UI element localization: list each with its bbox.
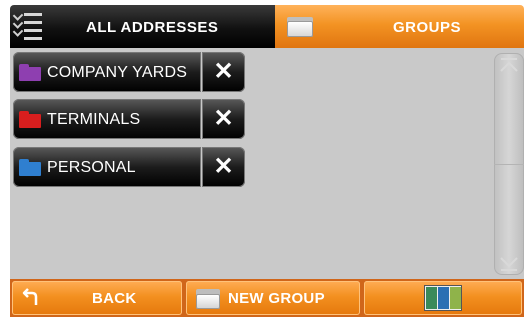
delete-group-button[interactable]: ✕ [202,52,245,92]
list-item: PERSONAL ✕ [13,147,245,187]
folder-icon [196,289,220,309]
tab-groups[interactable]: GROUPS [275,5,524,48]
folder-icon [19,159,41,176]
list-item: TERMINALS ✕ [13,99,245,139]
delete-group-button[interactable]: ✕ [202,99,245,139]
tab-all-addresses-label: ALL ADDRESSES [86,19,219,36]
group-button-personal[interactable]: PERSONAL [13,147,201,187]
close-icon: ✕ [213,153,234,180]
group-label: COMPANY YARDS [47,64,188,81]
back-button[interactable]: BACK [12,281,182,315]
group-button-company-yards[interactable]: COMPANY YARDS [13,52,201,92]
tab-all-addresses[interactable]: ALL ADDRESSES [10,5,275,48]
folder-icon [287,15,313,37]
tab-bar: ALL ADDRESSES GROUPS [10,5,524,48]
scroll-down-button[interactable] [494,164,524,276]
list-checklist-icon [12,9,44,43]
bottom-toolbar: BACK NEW GROUP [10,279,524,317]
tab-groups-label: GROUPS [393,19,462,36]
back-arrow-icon [22,288,38,305]
scrollbar[interactable] [494,53,524,275]
map-icon [424,285,462,311]
folder-icon [19,111,41,128]
groups-screen: ALL ADDRESSES GROUPS COMPANY YARDS ✕ TER… [0,0,531,321]
chevron-up-icon [500,58,518,72]
delete-group-button[interactable]: ✕ [202,147,245,187]
scroll-up-button[interactable] [494,53,524,164]
group-label: PERSONAL [47,159,136,176]
folder-icon [19,64,41,81]
new-group-button-label: NEW GROUP [228,290,325,307]
back-button-label: BACK [92,290,137,307]
group-button-terminals[interactable]: TERMINALS [13,99,201,139]
group-label: TERMINALS [47,111,141,128]
groups-list-panel: COMPANY YARDS ✕ TERMINALS ✕ PERSONAL ✕ [10,48,524,279]
new-group-button[interactable]: NEW GROUP [186,281,360,315]
close-icon: ✕ [213,105,234,132]
map-button[interactable] [364,281,522,315]
chevron-down-icon [500,257,518,271]
list-item: COMPANY YARDS ✕ [13,52,245,92]
close-icon: ✕ [213,58,234,85]
